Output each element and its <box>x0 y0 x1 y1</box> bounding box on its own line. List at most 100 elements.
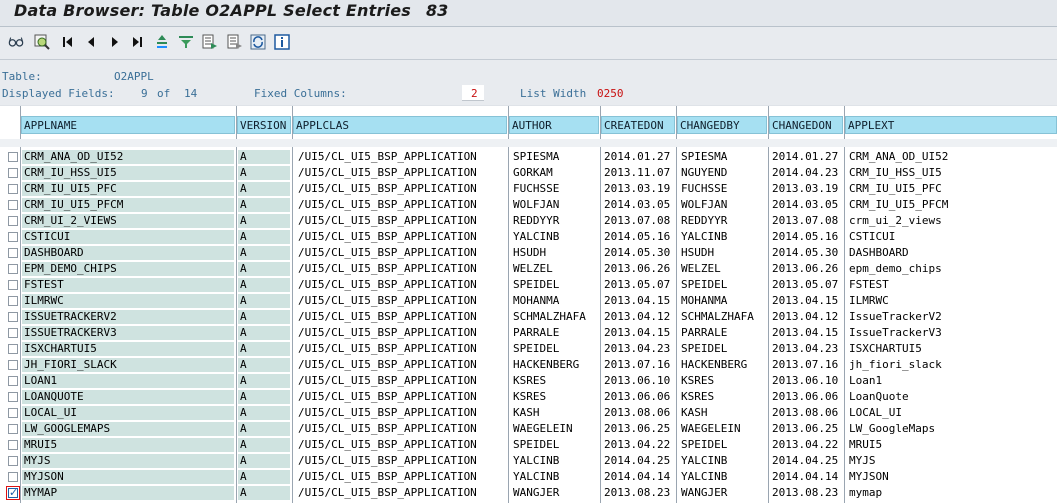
cell-applext[interactable]: IssueTrackerV3 <box>849 325 942 341</box>
last-page-icon[interactable] <box>129 34 145 50</box>
table-row[interactable]: CRM_IU_UI5_PFCM A/UI5/CL_UI5_BSP_APPLICAT… <box>0 197 1057 213</box>
cell-createdon[interactable]: 2013.04.12 <box>604 309 670 325</box>
cell-createdon[interactable]: 2014.05.16 <box>604 229 670 245</box>
cell-applext[interactable]: MYJSON <box>849 469 889 485</box>
key-cell-applname[interactable]: MYJSON <box>22 470 234 484</box>
cell-author[interactable]: KSRES <box>513 389 546 405</box>
cell-applext[interactable]: CRM_IU_UI5_PFC <box>849 181 942 197</box>
cell-applclas[interactable]: /UI5/CL_UI5_BSP_APPLICATION <box>298 197 477 213</box>
key-cell-applname[interactable]: CSTICUI <box>22 230 234 244</box>
row-select-checkbox[interactable] <box>8 312 18 322</box>
cell-changedon[interactable]: 2014.04.23 <box>772 165 838 181</box>
row-select-checkbox[interactable] <box>8 296 18 306</box>
key-cell-version[interactable]: A <box>238 262 290 276</box>
prev-page-icon[interactable] <box>83 34 99 50</box>
cell-applclas[interactable]: /UI5/CL_UI5_BSP_APPLICATION <box>298 437 477 453</box>
table-row[interactable]: MRUI5 A/UI5/CL_UI5_BSP_APPLICATION SPEIDEL… <box>0 437 1057 453</box>
cell-author[interactable]: SPIESMA <box>513 149 559 165</box>
filter-icon[interactable] <box>178 34 194 50</box>
key-cell-version[interactable]: A <box>238 182 290 196</box>
key-cell-version[interactable]: A <box>238 358 290 372</box>
key-cell-applname[interactable]: EPM_DEMO_CHIPS <box>22 262 234 276</box>
key-cell-version[interactable]: A <box>238 486 290 500</box>
cell-applext[interactable]: LOCAL_UI <box>849 405 902 421</box>
cell-author[interactable]: SPEIDEL <box>513 277 559 293</box>
table-row[interactable]: EPM_DEMO_CHIPS A/UI5/CL_UI5_BSP_APPLICATI… <box>0 261 1057 277</box>
cell-applext[interactable]: Loan1 <box>849 373 882 389</box>
cell-createdon[interactable]: 2014.04.14 <box>604 469 670 485</box>
key-cell-applname[interactable]: LW_GOOGLEMAPS <box>22 422 234 436</box>
cell-createdon[interactable]: 2013.04.23 <box>604 341 670 357</box>
row-select-checkbox[interactable] <box>8 440 18 450</box>
key-cell-version[interactable]: A <box>238 422 290 436</box>
cell-applext[interactable]: MYJS <box>849 453 876 469</box>
cell-applext[interactable]: mymap <box>849 485 882 501</box>
row-select-checkbox[interactable] <box>8 216 18 226</box>
cell-changedon[interactable]: 2014.04.14 <box>772 469 838 485</box>
key-cell-version[interactable]: A <box>238 310 290 324</box>
cell-applclas[interactable]: /UI5/CL_UI5_BSP_APPLICATION <box>298 149 477 165</box>
row-select-checkbox[interactable] <box>8 408 18 418</box>
cell-changedon[interactable]: 2013.04.15 <box>772 325 838 341</box>
cell-changedon[interactable]: 2013.08.06 <box>772 405 838 421</box>
cell-changedon[interactable]: 2014.05.16 <box>772 229 838 245</box>
cell-applclas[interactable]: /UI5/CL_UI5_BSP_APPLICATION <box>298 245 477 261</box>
cell-author[interactable]: FUCHSSE <box>513 181 559 197</box>
cell-applclas[interactable]: /UI5/CL_UI5_BSP_APPLICATION <box>298 421 477 437</box>
cell-changedon[interactable]: 2013.04.12 <box>772 309 838 325</box>
cell-author[interactable]: YALCINB <box>513 229 559 245</box>
cell-applext[interactable]: CRM_IU_HSS_UI5 <box>849 165 942 181</box>
column-header-version[interactable]: VERSION <box>237 116 291 134</box>
column-header-createdon[interactable]: CREATEDON <box>601 116 675 134</box>
cell-applclas[interactable]: /UI5/CL_UI5_BSP_APPLICATION <box>298 405 477 421</box>
cell-changedby[interactable]: YALCINB <box>681 469 727 485</box>
table-row[interactable]: JH_FIORI_SLACK A/UI5/CL_UI5_BSP_APPLICATI… <box>0 357 1057 373</box>
cell-author[interactable]: WOLFJAN <box>513 197 559 213</box>
key-cell-applname[interactable]: CRM_UI_2_VIEWS <box>22 214 234 228</box>
key-cell-applname[interactable]: CRM_ANA_OD_UI52 <box>22 150 234 164</box>
table-row[interactable]: ISSUETRACKERV3 A/UI5/CL_UI5_BSP_APPLICATI… <box>0 325 1057 341</box>
cell-changedby[interactable]: SCHMALZHAFA <box>681 309 754 325</box>
cell-applext[interactable]: ILMRWC <box>849 293 889 309</box>
cell-changedby[interactable]: SPIESMA <box>681 149 727 165</box>
cell-changedon[interactable]: 2013.03.19 <box>772 181 838 197</box>
key-cell-version[interactable]: A <box>238 230 290 244</box>
cell-changedby[interactable]: HACKENBERG <box>681 357 747 373</box>
cell-createdon[interactable]: 2014.05.30 <box>604 245 670 261</box>
cell-changedon[interactable]: 2013.06.06 <box>772 389 838 405</box>
key-cell-applname[interactable]: ILMRWC <box>22 294 234 308</box>
cell-author[interactable]: WANGJER <box>513 485 559 501</box>
row-select-checkbox[interactable] <box>8 472 18 482</box>
cell-author[interactable]: HACKENBERG <box>513 357 579 373</box>
row-select-checkbox[interactable] <box>8 456 18 466</box>
cell-changedby[interactable]: SPEIDEL <box>681 341 727 357</box>
cell-changedby[interactable]: PARRALE <box>681 325 727 341</box>
cell-changedby[interactable]: SPEIDEL <box>681 437 727 453</box>
column-header-applname[interactable]: APPLNAME <box>21 116 235 134</box>
cell-createdon[interactable]: 2013.04.15 <box>604 325 670 341</box>
cell-applclas[interactable]: /UI5/CL_UI5_BSP_APPLICATION <box>298 485 477 501</box>
cell-changedby[interactable]: WOLFJAN <box>681 197 727 213</box>
column-header-changedon[interactable]: CHANGEDON <box>769 116 843 134</box>
cell-applclas[interactable]: /UI5/CL_UI5_BSP_APPLICATION <box>298 293 477 309</box>
key-cell-applname[interactable]: LOAN1 <box>22 374 234 388</box>
cell-author[interactable]: MOHANMA <box>513 293 559 309</box>
cell-changedby[interactable]: KASH <box>681 405 708 421</box>
cell-author[interactable]: KSRES <box>513 373 546 389</box>
table-row[interactable]: MYJSON A/UI5/CL_UI5_BSP_APPLICATION YALCIN… <box>0 469 1057 485</box>
cell-applext[interactable]: CRM_ANA_OD_UI52 <box>849 149 948 165</box>
cell-changedby[interactable]: YALCINB <box>681 229 727 245</box>
key-cell-version[interactable]: A <box>238 150 290 164</box>
table-row[interactable]: MYMAP A/UI5/CL_UI5_BSP_APPLICATION WANGJER… <box>0 485 1057 501</box>
cell-applext[interactable]: IssueTrackerV2 <box>849 309 942 325</box>
cell-applext[interactable]: MRUI5 <box>849 437 882 453</box>
cell-changedby[interactable]: NGUYEND <box>681 165 727 181</box>
cell-changedon[interactable]: 2013.08.23 <box>772 485 838 501</box>
row-select-checkbox[interactable] <box>8 360 18 370</box>
key-cell-version[interactable]: A <box>238 342 290 356</box>
table-row[interactable]: LOCAL_UI A/UI5/CL_UI5_BSP_APPLICATION KASH… <box>0 405 1057 421</box>
key-cell-version[interactable]: A <box>238 166 290 180</box>
cell-applclas[interactable]: /UI5/CL_UI5_BSP_APPLICATION <box>298 229 477 245</box>
key-cell-applname[interactable]: CRM_IU_HSS_UI5 <box>22 166 234 180</box>
cell-changedon[interactable]: 2013.04.23 <box>772 341 838 357</box>
